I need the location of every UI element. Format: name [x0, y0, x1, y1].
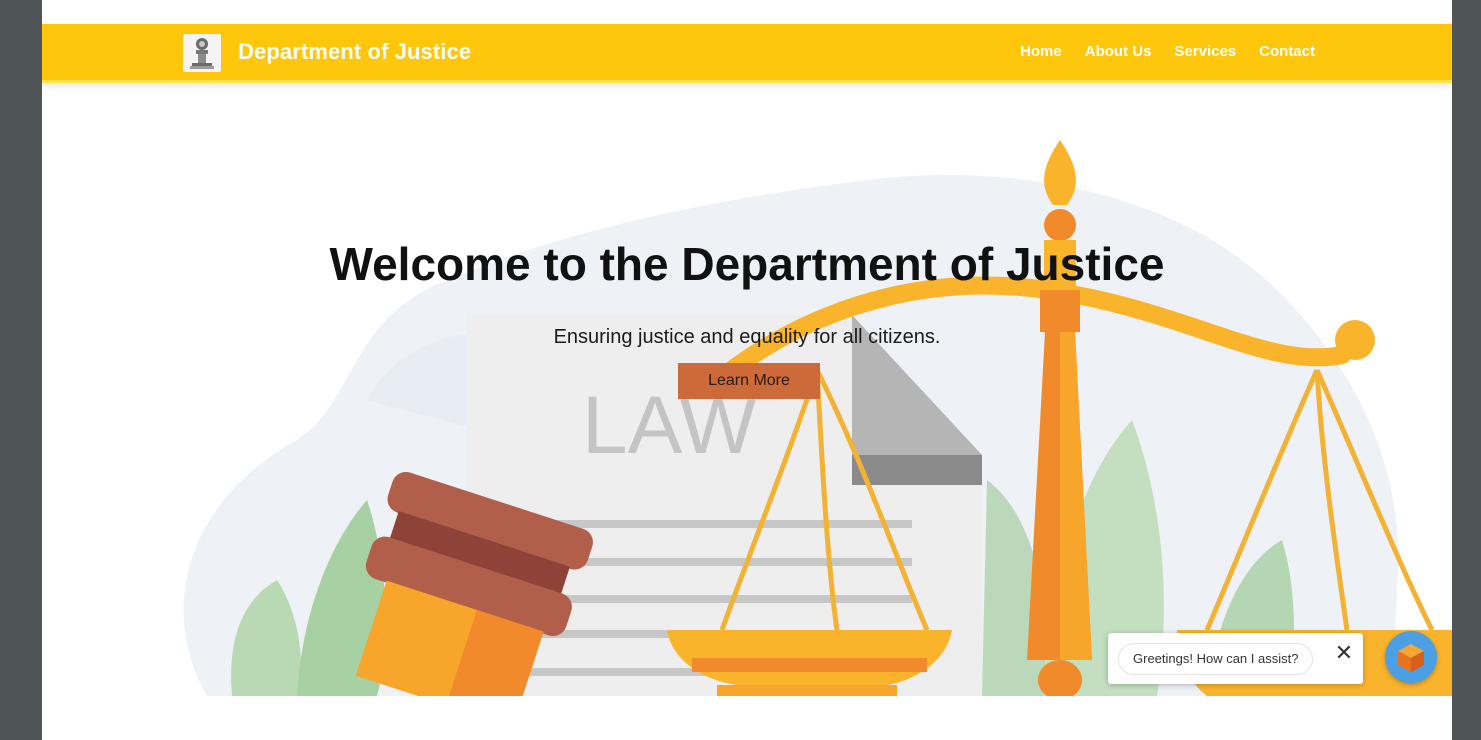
nav-link-home[interactable]: Home: [1020, 43, 1062, 60]
cube-icon: [1398, 644, 1424, 672]
chat-greeting-text[interactable]: Greetings! How can I assist?: [1118, 643, 1314, 675]
nav-links: Home About Us Services Contact: [1020, 43, 1315, 60]
hero-subtitle: Ensuring justice and equality for all ci…: [553, 326, 941, 348]
nav-link-about-us[interactable]: About Us: [1085, 43, 1152, 60]
brand-title[interactable]: Department of Justice: [238, 39, 471, 65]
nav-link-contact[interactable]: Contact: [1259, 43, 1315, 60]
close-icon[interactable]: ✕: [1334, 641, 1354, 665]
hero-title: Welcome to the Department of Justice: [329, 238, 1165, 290]
emblem-icon[interactable]: [183, 34, 221, 72]
justice-illustration: LAW: [183, 140, 1452, 696]
chat-launcher-button[interactable]: [1385, 631, 1437, 683]
navbar: Department of Justice Home About Us Serv…: [42, 24, 1452, 83]
nav-link-services[interactable]: Services: [1174, 43, 1236, 60]
hero-illustration: LAW: [147, 140, 1452, 696]
page: Department of Justice Home About Us Serv…: [42, 0, 1452, 740]
chat-greeting-popup: Greetings! How can I assist? ✕: [1108, 633, 1363, 684]
learn-more-button[interactable]: Learn More: [678, 363, 820, 399]
